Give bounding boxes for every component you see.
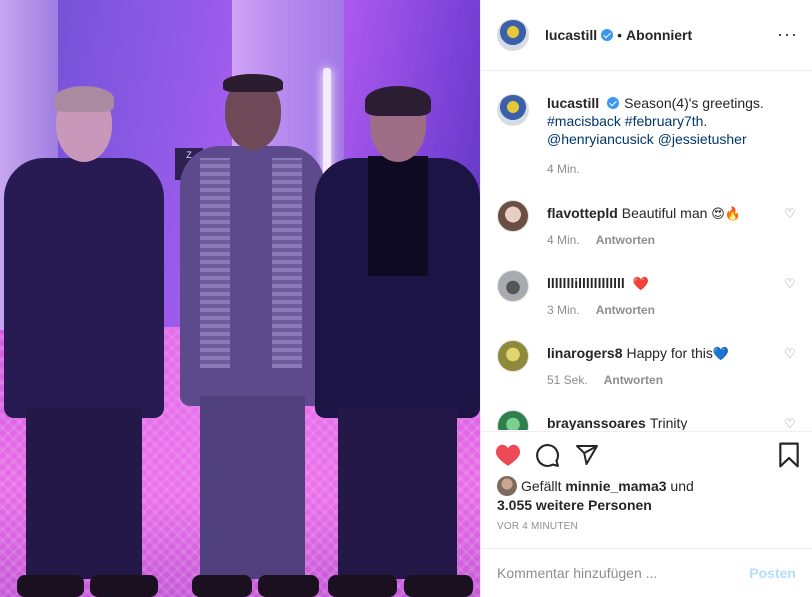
post-side-panel: lucastill • Abonniert ··· lucastill Seaso… — [480, 0, 812, 597]
comment-time: 51 Sek. — [547, 373, 588, 387]
comment-time: 3 Min. — [547, 303, 580, 317]
caption-hashtags[interactable]: #macisback #february7th. — [547, 113, 707, 129]
more-icon[interactable]: ··· — [777, 24, 798, 45]
author-avatar[interactable] — [497, 19, 529, 51]
post-timestamp[interactable]: VOR 4 MINUTEN — [497, 521, 578, 532]
reply-button[interactable]: Antworten — [596, 233, 655, 247]
post-photo[interactable]: Z ← SPA — [0, 0, 480, 597]
share-icon — [576, 445, 598, 465]
comment-like-heart-icon[interactable]: ♡ — [784, 277, 796, 290]
comment-username[interactable]: lllllllillllllllllll — [547, 275, 625, 291]
comment-like-heart-icon[interactable]: ♡ — [784, 347, 796, 360]
comment-time: 4 Min. — [547, 233, 580, 247]
caption-time: 4 Min. — [547, 162, 580, 176]
caption-username[interactable]: lucastill — [547, 95, 599, 111]
comment-text: Beautiful man — [621, 205, 708, 221]
verified-badge-icon — [601, 29, 614, 41]
heart-icon — [495, 444, 521, 466]
first-liker-username[interactable]: minnie_mama3 — [565, 478, 666, 494]
comment-input[interactable] — [497, 565, 750, 581]
likes-conjunction: und — [670, 478, 694, 494]
other-likers-link[interactable]: 3.055 weitere Personen — [497, 497, 652, 513]
follow-status-button[interactable]: Abonniert — [626, 27, 692, 43]
comment-text: Happy for this — [626, 345, 713, 361]
comments-list[interactable]: lucastill Season(4)'s greetings. #macisba… — [481, 72, 812, 430]
caption-avatar[interactable] — [497, 94, 529, 126]
comment-emoji: ❤️ — [632, 277, 649, 292]
commenter-avatar[interactable] — [497, 200, 529, 232]
comment-like-heart-icon[interactable]: ♡ — [784, 417, 796, 430]
person-right — [315, 86, 480, 597]
comment-icon — [536, 443, 559, 467]
comment-like-heart-icon[interactable]: ♡ — [784, 207, 796, 220]
caption-text: Season(4)'s greetings. — [624, 95, 764, 111]
comment-username[interactable]: flavottepld — [547, 205, 618, 221]
add-comment-bar: Posten — [481, 548, 812, 597]
bookmark-icon — [779, 442, 799, 468]
commenter-avatar[interactable] — [497, 410, 529, 430]
comment-username[interactable]: linarogers8 — [547, 345, 622, 361]
comment-emoji: 😍🔥 — [711, 207, 742, 222]
reply-button[interactable]: Antworten — [596, 303, 655, 317]
commenter-avatar[interactable] — [497, 340, 529, 372]
comment-emoji: 💙 — [712, 347, 730, 362]
save-button[interactable] — [778, 442, 800, 471]
comment-username[interactable]: brayanssoares — [547, 415, 646, 430]
like-button[interactable] — [495, 435, 535, 475]
author-username[interactable]: lucastill — [545, 27, 597, 43]
post-header: lucastill • Abonniert ··· — [481, 0, 812, 71]
person-center — [180, 74, 325, 597]
post-comment-button[interactable]: Posten — [749, 565, 796, 581]
likes-summary: Gefällt minnie_mama3 und 3.055 weitere P… — [497, 476, 796, 514]
comment-button[interactable] — [535, 435, 575, 475]
share-button[interactable] — [575, 435, 615, 475]
commenter-avatar[interactable] — [497, 270, 529, 302]
caption-mentions[interactable]: @henryiancusick @jessietusher — [547, 131, 747, 147]
comment-text: Trinity — [649, 415, 688, 430]
verified-badge-icon — [607, 97, 620, 109]
separator-dot: • — [617, 27, 623, 43]
liker-avatar[interactable] — [497, 476, 517, 496]
likes-prefix: Gefällt — [521, 478, 562, 494]
reply-button[interactable]: Antworten — [604, 373, 663, 387]
person-left — [4, 86, 164, 597]
action-bar — [481, 431, 812, 478]
